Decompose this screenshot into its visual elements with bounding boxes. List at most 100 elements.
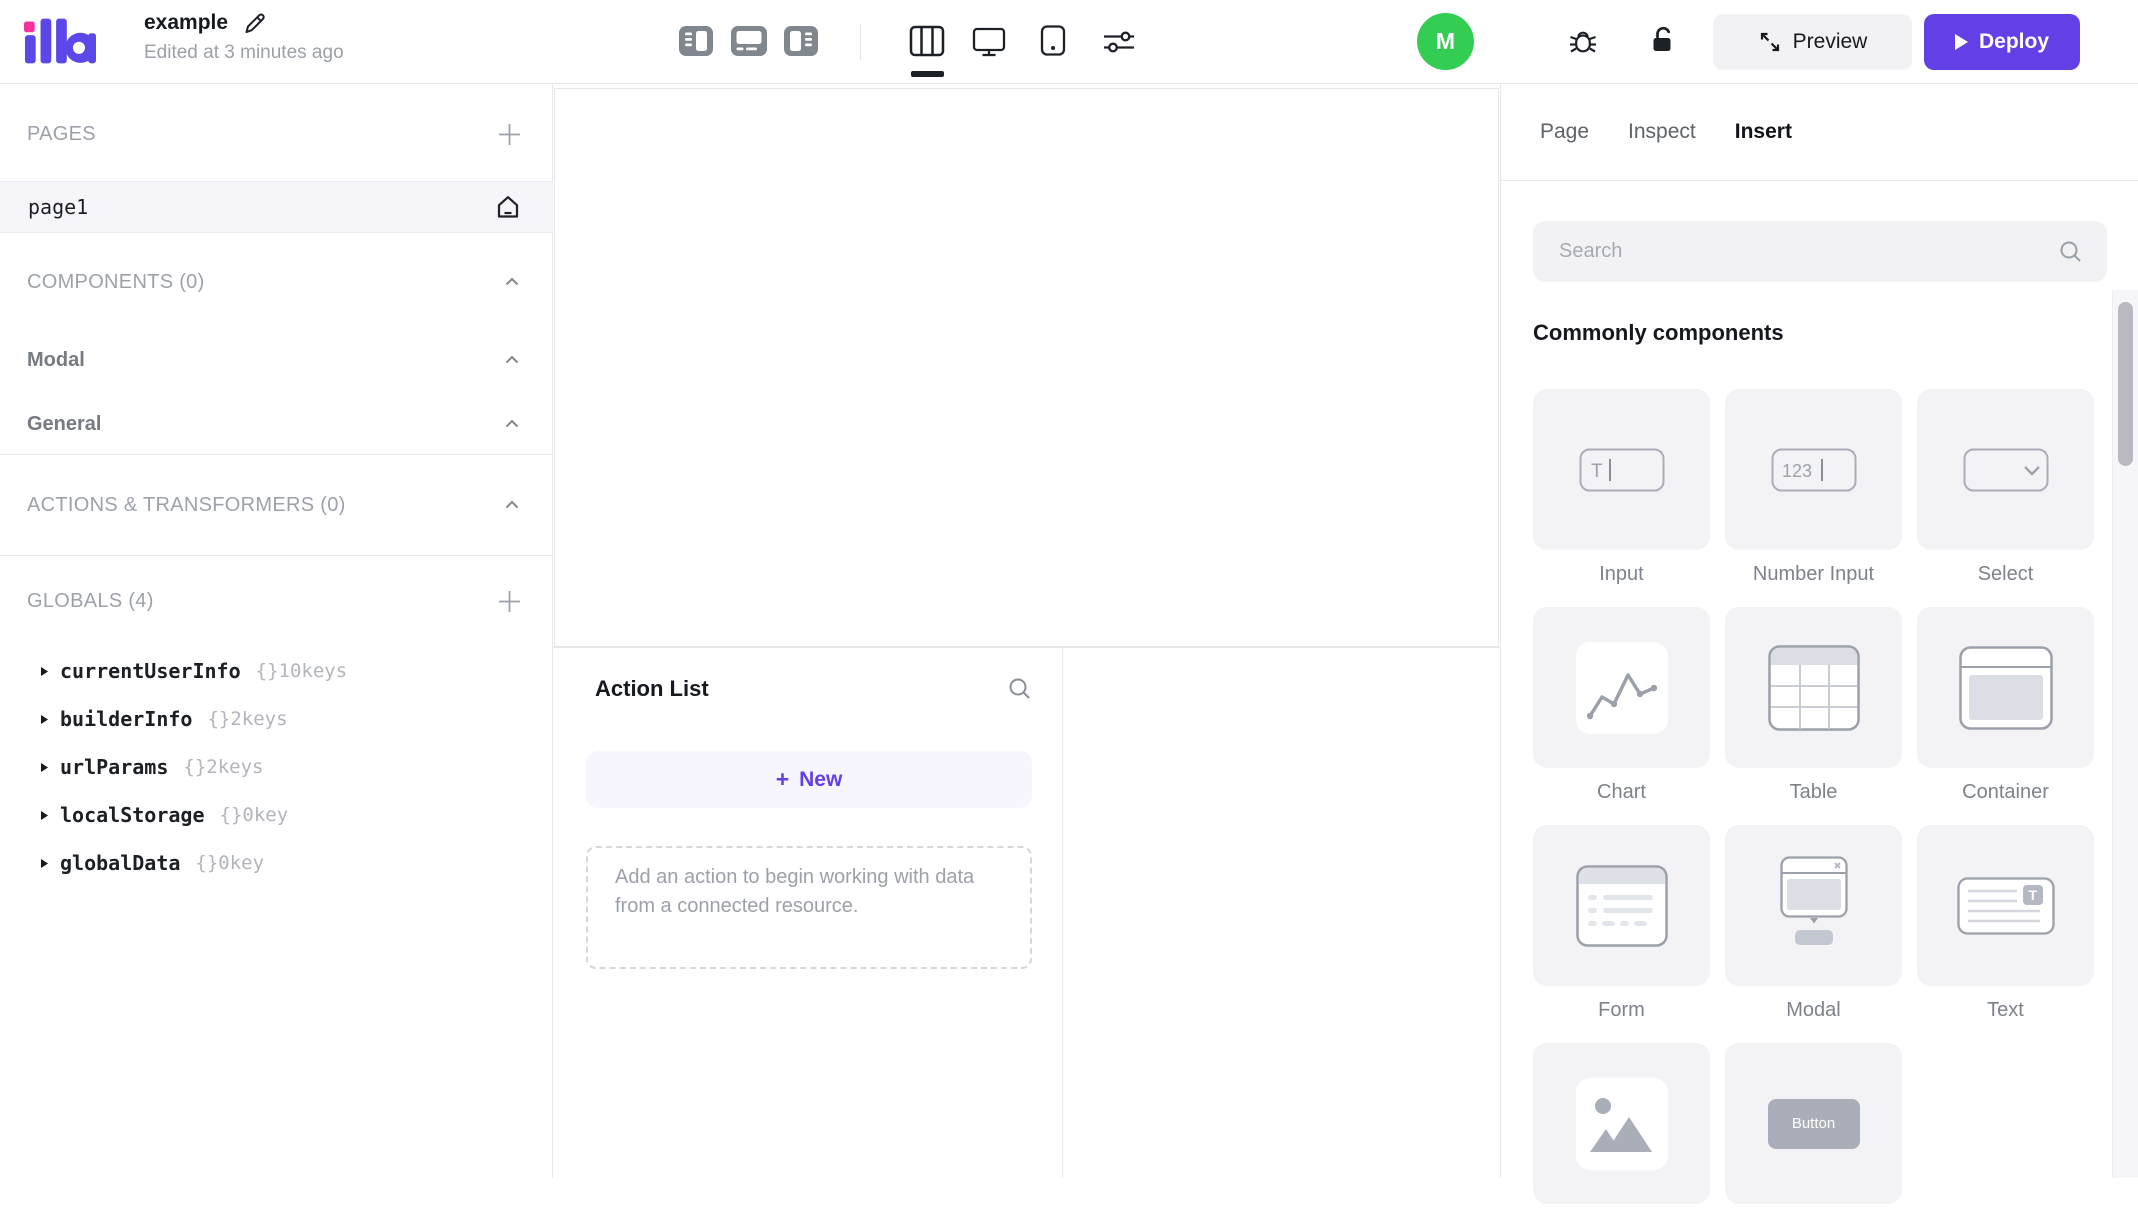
new-action-button[interactable]: + New xyxy=(586,751,1032,808)
component-item-table[interactable]: Table xyxy=(1725,607,1902,805)
search-icon[interactable] xyxy=(2057,238,2085,266)
caret-right-icon[interactable] xyxy=(38,761,50,774)
chevron-up-icon[interactable] xyxy=(501,494,523,516)
global-name: localStorage xyxy=(60,803,205,827)
global-item-currentUserInfo[interactable]: currentUserInfo {}10keys xyxy=(0,647,553,695)
global-keys-badge: {}0key xyxy=(195,852,265,874)
component-item-container[interactable]: Container xyxy=(1917,607,2094,805)
component-search-input[interactable] xyxy=(1559,240,2057,263)
toggle-right-panel-icon[interactable] xyxy=(783,24,819,58)
global-name: urlParams xyxy=(60,755,169,779)
app-title: example xyxy=(144,11,229,34)
add-global-button[interactable] xyxy=(496,588,523,615)
component-item-form[interactable]: Form xyxy=(1533,825,1710,1023)
desktop-preview-icon[interactable] xyxy=(971,25,1007,58)
component-search-bar[interactable] xyxy=(1533,221,2107,282)
component-item-input[interactable]: T Input xyxy=(1533,389,1710,587)
component-item-modal[interactable]: Modal xyxy=(1725,825,1902,1023)
active-mode-underline xyxy=(911,71,944,77)
component-item-text[interactable]: T Text xyxy=(1917,825,2094,1023)
chevron-up-icon[interactable] xyxy=(501,413,523,435)
global-item-urlParams[interactable]: urlParams {}2keys xyxy=(0,743,553,791)
global-item-globalData[interactable]: globalData {}0key xyxy=(0,839,553,887)
component-item-select[interactable]: Select xyxy=(1917,389,2094,587)
unlock-icon[interactable] xyxy=(1647,24,1679,58)
action-editor-empty-panel xyxy=(1062,647,1500,1178)
component-label: Table xyxy=(1789,781,1838,803)
globals-tree: currentUserInfo {}10keys builderInfo {}2… xyxy=(0,647,553,887)
svg-text:T: T xyxy=(2028,887,2037,903)
home-icon xyxy=(493,192,523,222)
illa-logo[interactable] xyxy=(24,17,96,64)
button-icon[interactable]: Button xyxy=(1725,1043,1902,1204)
component-item-button[interactable]: Button xyxy=(1725,1043,1902,1216)
canvas-columns-icon[interactable] xyxy=(908,24,946,58)
caret-right-icon[interactable] xyxy=(38,857,50,870)
chart-icon[interactable] xyxy=(1533,607,1710,768)
right-panel: Page Inspect Insert Commonly components … xyxy=(1500,84,2138,1204)
toggle-left-panel-icon[interactable] xyxy=(678,24,714,58)
chevron-up-icon[interactable] xyxy=(501,271,523,293)
actions-section-header[interactable]: ACTIONS & TRANSFORMERS (0) xyxy=(0,479,553,531)
add-page-button[interactable] xyxy=(496,121,523,148)
avatar[interactable]: M xyxy=(1417,13,1474,70)
globals-section-header: GLOBALS (4) xyxy=(0,575,553,627)
caret-right-icon[interactable] xyxy=(38,713,50,726)
caret-right-icon[interactable] xyxy=(38,665,50,678)
pages-section-header: PAGES xyxy=(0,112,553,156)
tab-inspect[interactable]: Inspect xyxy=(1628,120,1696,144)
search-icon[interactable] xyxy=(1006,675,1034,703)
component-group-general[interactable]: General xyxy=(0,400,553,448)
global-item-builderInfo[interactable]: builderInfo {}2keys xyxy=(0,695,553,743)
component-label: Container xyxy=(1962,781,2049,803)
sidebar-divider xyxy=(0,454,553,455)
component-label: Number Input xyxy=(1752,563,1875,585)
form-icon[interactable] xyxy=(1533,825,1710,986)
bug-debug-icon[interactable] xyxy=(1566,24,1600,58)
components-section-header[interactable]: COMPONENTS (0) xyxy=(0,256,553,308)
container-icon[interactable] xyxy=(1917,607,2094,768)
text-icon[interactable]: T xyxy=(1917,825,2094,986)
component-item-chart[interactable]: Chart xyxy=(1533,607,1710,805)
play-icon xyxy=(1954,34,1968,50)
select-icon[interactable] xyxy=(1917,389,2094,550)
input-icon[interactable]: T xyxy=(1533,389,1710,550)
editor-canvas[interactable] xyxy=(554,88,1499,647)
new-action-label: New xyxy=(799,767,843,791)
component-label: Text xyxy=(1987,999,2024,1021)
action-list-panel: Action List + New Add an action to begin… xyxy=(553,647,1062,1178)
component-grid: T Input 123 Number Input Select Chart Ta… xyxy=(1533,389,2094,1216)
global-name: builderInfo xyxy=(60,707,193,731)
table-icon[interactable] xyxy=(1725,607,1902,768)
preview-button[interactable]: Preview xyxy=(1713,14,1912,70)
global-name: globalData xyxy=(60,851,181,875)
sidebar-divider xyxy=(0,555,553,556)
settings-sliders-icon[interactable] xyxy=(1101,26,1137,58)
deploy-button[interactable]: Deploy xyxy=(1924,14,2080,70)
right-panel-tabs: Page Inspect Insert xyxy=(1540,84,1792,180)
action-list-header: Action List xyxy=(553,675,1062,703)
tablet-preview-icon[interactable] xyxy=(1038,24,1068,57)
chevron-up-icon[interactable] xyxy=(501,349,523,371)
right-panel-scrollbar-track[interactable] xyxy=(2112,290,2138,1178)
global-item-localStorage[interactable]: localStorage {}0key xyxy=(0,791,553,839)
tab-insert[interactable]: Insert xyxy=(1735,120,1792,144)
actions-header-label: ACTIONS & TRANSFORMERS (0) xyxy=(27,493,346,516)
action-empty-hint: Add an action to begin working with data… xyxy=(615,866,975,917)
tab-page[interactable]: Page xyxy=(1540,120,1589,144)
component-group-modal[interactable]: Modal xyxy=(0,336,553,384)
caret-right-icon[interactable] xyxy=(38,809,50,822)
component-item-number-input[interactable]: 123 Number Input xyxy=(1725,389,1902,587)
toggle-bottom-panel-icon[interactable] xyxy=(731,24,767,58)
edit-pencil-icon[interactable] xyxy=(242,10,268,36)
component-item-image[interactable] xyxy=(1533,1043,1710,1216)
image-icon[interactable] xyxy=(1533,1043,1710,1204)
right-panel-scrollbar-thumb[interactable] xyxy=(2118,302,2133,466)
tabs-divider xyxy=(1501,180,2138,181)
global-keys-badge: {}2keys xyxy=(207,708,288,730)
page-list-item[interactable]: page1 xyxy=(0,181,553,233)
number-input-icon[interactable]: 123 xyxy=(1725,389,1902,550)
modal-icon[interactable] xyxy=(1725,825,1902,986)
global-name: currentUserInfo xyxy=(60,659,241,683)
avatar-initial: M xyxy=(1435,28,1456,54)
